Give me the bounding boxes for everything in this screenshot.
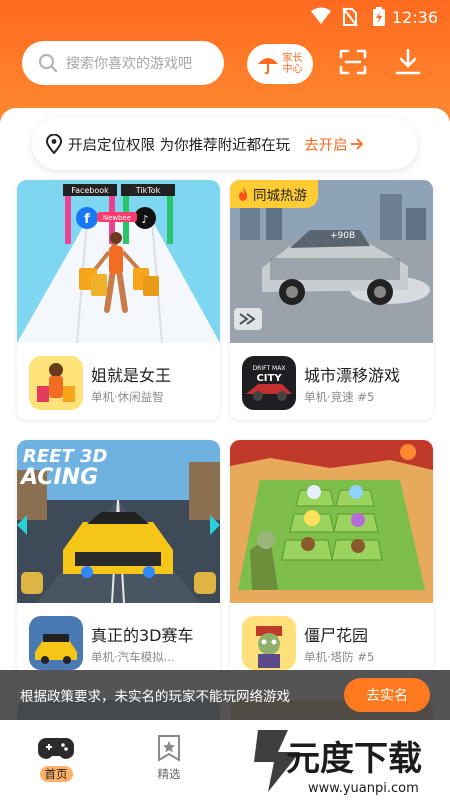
screenshot-label: TikTok bbox=[135, 186, 161, 195]
screenshot-label: Facebook bbox=[71, 186, 109, 195]
game-card[interactable]: +90B 同城热游 DRIFT MAX CITY 城市漂移游戏 单机·竞速 #5 bbox=[230, 180, 433, 420]
screenshot-label: +90B bbox=[330, 231, 355, 241]
icon-label: DRIFT MAX bbox=[253, 365, 286, 372]
download-icon[interactable] bbox=[392, 46, 424, 78]
tab-home[interactable]: 首页 bbox=[26, 734, 86, 782]
screenshot-label: Newbee bbox=[103, 214, 131, 222]
status-time: 12:36 bbox=[391, 8, 438, 27]
fire-icon bbox=[239, 187, 247, 201]
game-icon: DRIFT MAX CITY bbox=[242, 356, 296, 410]
game-icon bbox=[29, 356, 83, 410]
search-placeholder: 搜索你喜欢的游戏吧 bbox=[66, 56, 192, 72]
wifi-icon bbox=[311, 7, 331, 24]
game-meta: 单机·竞速 #5 bbox=[304, 390, 375, 404]
game-card[interactable]: 僵尸花园 单机·塔防 #5 bbox=[230, 440, 433, 680]
tab-label: 精选 bbox=[157, 767, 181, 781]
location-permission-banner[interactable]: 开启定位权限 为你推荐附近都在玩 去开启 bbox=[32, 118, 418, 170]
game-card[interactable]: REET 3D ACING 真正的3D赛车 单机·汽车模拟... bbox=[17, 440, 220, 680]
search-icon bbox=[38, 53, 58, 73]
scan-icon[interactable] bbox=[337, 46, 369, 78]
watermark-text: 元度下载 bbox=[286, 739, 422, 779]
location-banner-text: 开启定位权限 为你推荐附近都在玩 bbox=[68, 137, 291, 154]
gamepad-icon bbox=[38, 738, 74, 759]
game-screenshot bbox=[230, 440, 433, 603]
real-name-notice: 根据政策要求，未实名的玩家不能玩网络游戏 去实名 bbox=[0, 670, 450, 720]
battery-charging-icon bbox=[373, 7, 385, 26]
search-input[interactable]: 搜索你喜欢的游戏吧 bbox=[22, 41, 224, 85]
game-name: 城市漂移游戏 bbox=[304, 366, 401, 385]
game-meta: 单机·休闲益智 bbox=[91, 390, 164, 404]
parent-center-button[interactable]: 家长中心 bbox=[247, 44, 313, 84]
game-screenshot: REET 3D ACING bbox=[17, 440, 220, 603]
svg-text:f: f bbox=[84, 212, 90, 227]
game-screenshot: f ♪ Facebook TikTok Newbee bbox=[17, 180, 220, 343]
notice-message: 根据政策要求，未实名的玩家不能玩网络游戏 bbox=[20, 689, 290, 705]
game-meta: 单机·塔防 #5 bbox=[304, 650, 375, 664]
game-icon bbox=[242, 616, 296, 670]
star-bookmark-icon bbox=[158, 735, 180, 762]
status-bar: 12:36 bbox=[0, 0, 450, 34]
game-name: 姐就是女王 bbox=[91, 366, 172, 385]
verify-real-name-button[interactable]: 去实名 bbox=[344, 678, 430, 712]
tab-label: 首页 bbox=[39, 766, 73, 782]
screenshot-label: REET 3D bbox=[23, 446, 108, 467]
game-icon bbox=[29, 616, 83, 670]
game-screenshot: +90B 同城热游 bbox=[230, 180, 433, 343]
icon-label: CITY bbox=[256, 373, 282, 384]
watermark-logo: 元度下载 www.yuanpi.com bbox=[248, 722, 450, 800]
umbrella-icon bbox=[257, 58, 278, 75]
game-card[interactable]: f ♪ Facebook TikTok Newbee 姐就是女王 单机·休闲益智 bbox=[17, 180, 220, 420]
arrow-right-icon bbox=[350, 138, 363, 150]
screenshot-label: ACING bbox=[19, 465, 98, 490]
tab-featured[interactable]: 精选 bbox=[139, 734, 199, 782]
game-name: 僵尸花园 bbox=[304, 626, 369, 645]
watermark-url: www.yuanpi.com bbox=[308, 781, 419, 796]
hot-tag-label: 同城热游 bbox=[253, 188, 307, 204]
hot-tag: 同城热游 bbox=[230, 180, 318, 208]
no-sim-icon bbox=[342, 7, 358, 27]
enable-location-link[interactable]: 去开启 bbox=[304, 134, 348, 155]
svg-text:♪: ♪ bbox=[141, 213, 148, 226]
location-pin-icon bbox=[46, 134, 62, 154]
parent-center-label: 家长中心 bbox=[282, 53, 303, 75]
game-meta: 单机·汽车模拟... bbox=[91, 650, 175, 664]
game-name: 真正的3D赛车 bbox=[91, 626, 194, 645]
